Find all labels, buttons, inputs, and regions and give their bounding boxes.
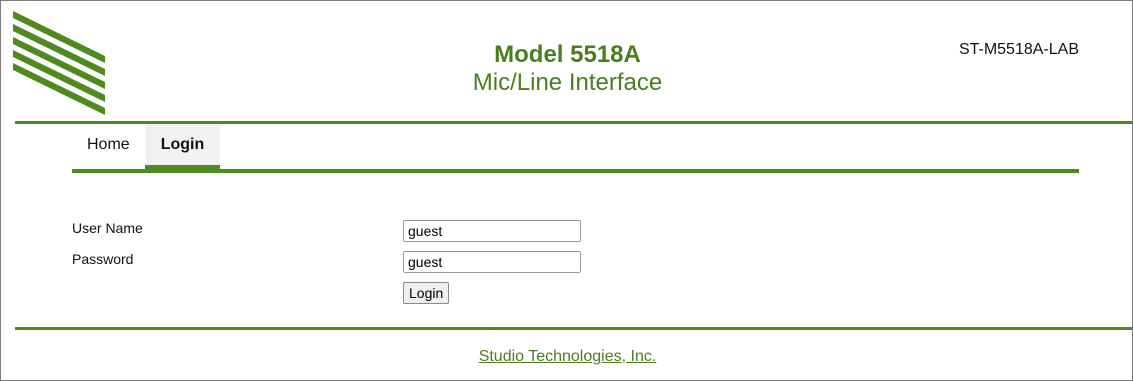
- username-input[interactable]: [403, 220, 581, 242]
- nav-bar: Home Login: [72, 125, 221, 169]
- page: Model 5518A Mic/Line Interface ST-M5518A…: [0, 0, 1133, 381]
- nav-divider: [72, 169, 1079, 173]
- nav-item-login[interactable]: Login: [144, 125, 221, 169]
- password-input[interactable]: [403, 251, 581, 273]
- username-label: User Name: [72, 220, 143, 236]
- footer-divider: [15, 327, 1132, 330]
- nav-item-home[interactable]: Home: [72, 125, 145, 169]
- footer: Studio Technologies, Inc.: [1, 348, 1133, 366]
- header-divider: [15, 121, 1132, 124]
- model-subtitle: Mic/Line Interface: [472, 69, 663, 96]
- password-label: Password: [72, 251, 134, 267]
- device-name: ST-M5518A-LAB: [958, 41, 1079, 58]
- login-button[interactable]: Login: [403, 282, 450, 304]
- footer-company-link[interactable]: Studio Technologies, Inc.: [479, 348, 657, 365]
